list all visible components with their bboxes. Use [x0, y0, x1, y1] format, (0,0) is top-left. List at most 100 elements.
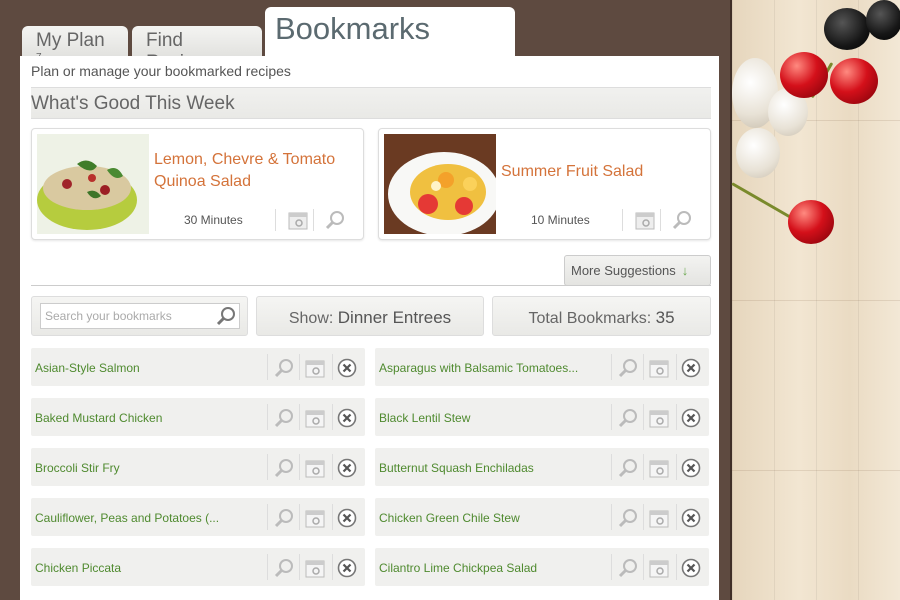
- row-divider: [676, 354, 677, 380]
- recipe-photo-quinoa-salad[interactable]: [37, 134, 149, 234]
- bookmark-recipe-link[interactable]: Asparagus with Balsamic Tomatoes...: [379, 361, 604, 375]
- remove-icon[interactable]: [337, 458, 357, 478]
- magnifier-icon[interactable]: [671, 209, 693, 231]
- row-divider: [643, 454, 644, 480]
- cherry-decoration: [830, 58, 878, 104]
- featured-recipe-time: 10 Minutes: [531, 213, 590, 227]
- row-divider: [643, 554, 644, 580]
- remove-icon[interactable]: [337, 358, 357, 378]
- magnifier-icon[interactable]: [617, 557, 639, 579]
- calendar-icon[interactable]: [304, 557, 326, 579]
- bookmark-row: Asparagus with Balsamic Tomatoes...: [375, 348, 709, 386]
- row-divider: [267, 504, 268, 530]
- bookmark-recipe-link[interactable]: Chicken Green Chile Stew: [379, 511, 604, 525]
- calendar-icon[interactable]: [304, 457, 326, 479]
- featured-recipe-card[interactable]: Lemon, Chevre & Tomato Quinoa Salad 30 M…: [31, 128, 364, 240]
- bookmark-recipe-link[interactable]: Cilantro Lime Chickpea Salad: [379, 561, 604, 575]
- row-divider: [267, 404, 268, 430]
- calendar-icon[interactable]: [304, 357, 326, 379]
- calendar-icon[interactable]: [287, 209, 309, 231]
- magnifier-icon[interactable]: [273, 357, 295, 379]
- remove-icon[interactable]: [337, 508, 357, 528]
- magnifier-icon[interactable]: [273, 407, 295, 429]
- bookmark-row: Cauliflower, Peas and Potatoes (...: [31, 498, 365, 536]
- blackberry-decoration: [824, 8, 870, 50]
- bookmark-row: Butternut Squash Enchiladas: [375, 448, 709, 486]
- card-divider: [622, 209, 623, 231]
- featured-recipe-title[interactable]: Lemon, Chevre & Tomato Quinoa Salad: [154, 149, 354, 193]
- calendar-icon[interactable]: [648, 557, 670, 579]
- row-divider: [611, 404, 612, 430]
- tab-my-plan[interactable]: My Plan 7: [22, 26, 128, 63]
- magnifier-icon[interactable]: [273, 457, 295, 479]
- row-divider: [299, 504, 300, 530]
- bookmark-row: Asian-Style Salmon: [31, 348, 365, 386]
- row-divider: [611, 454, 612, 480]
- arrow-down-icon: ↓: [681, 263, 689, 278]
- show-filter-dropdown[interactable]: Show: Dinner Entrees: [256, 296, 484, 336]
- total-bookmarks-label: Total Bookmarks:: [528, 310, 652, 327]
- remove-icon[interactable]: [337, 558, 357, 578]
- row-divider: [332, 454, 333, 480]
- row-divider: [332, 554, 333, 580]
- featured-recipe-title[interactable]: Summer Fruit Salad: [501, 161, 701, 183]
- row-divider: [676, 554, 677, 580]
- bookmark-recipe-link[interactable]: Butternut Squash Enchiladas: [379, 461, 604, 475]
- more-suggestions-button[interactable]: More Suggestions ↓: [564, 255, 711, 286]
- magnifier-icon[interactable]: [273, 507, 295, 529]
- calendar-icon[interactable]: [648, 357, 670, 379]
- tab-bookmarks-label: Bookmarks: [275, 11, 431, 46]
- calendar-icon[interactable]: [648, 457, 670, 479]
- search-bookmarks-box: [31, 296, 248, 336]
- magnifier-icon[interactable]: [617, 407, 639, 429]
- bookmark-row: Cilantro Lime Chickpea Salad: [375, 548, 709, 586]
- total-bookmarks-box: Total Bookmarks: 35: [492, 296, 711, 336]
- bookmark-recipe-link[interactable]: Asian-Style Salmon: [35, 361, 260, 375]
- card-divider: [660, 209, 661, 231]
- row-divider: [267, 454, 268, 480]
- row-divider: [332, 404, 333, 430]
- calendar-icon[interactable]: [648, 507, 670, 529]
- row-divider: [299, 554, 300, 580]
- row-divider: [676, 504, 677, 530]
- magnifier-icon[interactable]: [324, 209, 346, 231]
- bookmark-row: Chicken Piccata: [31, 548, 365, 586]
- magnifier-icon[interactable]: [273, 557, 295, 579]
- row-divider: [299, 354, 300, 380]
- remove-icon[interactable]: [681, 408, 701, 428]
- section-divider: [31, 285, 711, 286]
- card-divider: [275, 209, 276, 231]
- remove-icon[interactable]: [337, 408, 357, 428]
- bookmark-recipe-link[interactable]: Baked Mustard Chicken: [35, 411, 260, 425]
- magnifier-icon[interactable]: [617, 507, 639, 529]
- card-divider: [313, 209, 314, 231]
- magnifier-icon[interactable]: [617, 457, 639, 479]
- row-divider: [643, 354, 644, 380]
- bookmark-row: Black Lentil Stew: [375, 398, 709, 436]
- show-filter-label: Show:: [288, 310, 334, 327]
- bookmark-recipe-link[interactable]: Chicken Piccata: [35, 561, 260, 575]
- calendar-icon[interactable]: [304, 407, 326, 429]
- row-divider: [643, 404, 644, 430]
- bookmark-recipe-link[interactable]: Cauliflower, Peas and Potatoes (...: [35, 511, 260, 525]
- calendar-icon[interactable]: [648, 407, 670, 429]
- remove-icon[interactable]: [681, 458, 701, 478]
- remove-icon[interactable]: [681, 358, 701, 378]
- featured-recipe-card[interactable]: Summer Fruit Salad 10 Minutes: [378, 128, 711, 240]
- search-icon[interactable]: [215, 305, 237, 327]
- tab-bookmarks[interactable]: Bookmarks: [265, 7, 515, 59]
- featured-recipe-time: 30 Minutes: [184, 213, 243, 227]
- remove-icon[interactable]: [681, 508, 701, 528]
- tab-find-recipes[interactable]: Find Recipes: [132, 26, 262, 73]
- recipe-photo-fruit-salad[interactable]: [384, 134, 496, 234]
- bookmark-recipe-link[interactable]: Black Lentil Stew: [379, 411, 604, 425]
- remove-icon[interactable]: [681, 558, 701, 578]
- bookmark-recipe-link[interactable]: Broccoli Stir Fry: [35, 461, 260, 475]
- calendar-icon[interactable]: [304, 507, 326, 529]
- search-bookmarks-input[interactable]: [40, 303, 240, 329]
- tab-my-plan-label: My Plan: [36, 30, 105, 51]
- page-subtitle: Plan or manage your bookmarked recipes: [31, 63, 291, 79]
- calendar-icon[interactable]: [634, 209, 656, 231]
- row-divider: [676, 404, 677, 430]
- magnifier-icon[interactable]: [617, 357, 639, 379]
